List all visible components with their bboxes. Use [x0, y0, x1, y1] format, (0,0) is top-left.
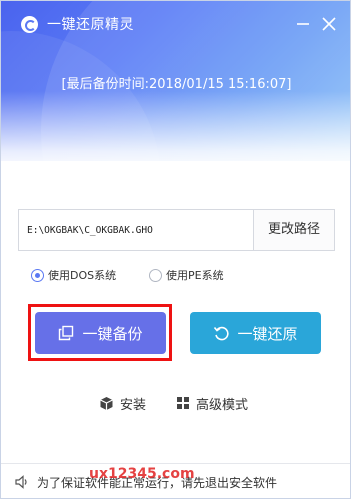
box-icon	[100, 396, 113, 410]
advanced-mode-label: 高级模式	[196, 397, 249, 413]
app-logo-icon	[21, 16, 38, 33]
restore-button[interactable]: 一键还原	[190, 312, 321, 354]
window-title: 一键还原精灵	[47, 17, 134, 33]
copy-icon	[59, 325, 74, 341]
advanced-mode-link[interactable]: 高级模式	[176, 394, 249, 413]
install-label: 安装	[120, 397, 147, 413]
radio-dos-system[interactable]: 使用DOS系统	[31, 267, 116, 283]
radio-unchecked-icon	[149, 268, 162, 282]
banner-fade	[1, 91, 350, 161]
grid-icon	[177, 397, 189, 409]
speaker-icon	[15, 475, 27, 489]
radio-pe-system[interactable]: 使用PE系统	[149, 267, 224, 283]
change-path-button[interactable]: 更改路径	[253, 210, 334, 250]
radio-checked-icon	[31, 268, 44, 282]
backup-button-label: 一键备份	[82, 324, 143, 343]
backup-path-input[interactable]	[19, 210, 253, 250]
restore-button-label: 一键还原	[237, 324, 298, 343]
app-window: 一键还原精灵 [最后备份时间:2018/01/15 15:16:07] 更改路径…	[0, 0, 351, 499]
close-button[interactable]	[320, 15, 338, 33]
close-icon	[322, 17, 336, 31]
radio-pe-label: 使用PE系统	[166, 269, 224, 282]
watermark-text: ux12345.com	[89, 466, 195, 482]
install-link[interactable]: 安装	[99, 394, 147, 413]
title-bar[interactable]: 一键还原精灵	[1, 1, 350, 47]
minimize-icon	[297, 23, 309, 25]
radio-dos-label: 使用DOS系统	[48, 269, 117, 282]
backup-path-row: 更改路径	[18, 209, 335, 251]
restore-icon	[214, 326, 230, 341]
last-backup-time: [最后备份时间:2018/01/15 15:16:07]	[61, 77, 292, 92]
minimize-button[interactable]	[294, 15, 312, 33]
backup-button[interactable]: 一键备份	[35, 312, 166, 354]
